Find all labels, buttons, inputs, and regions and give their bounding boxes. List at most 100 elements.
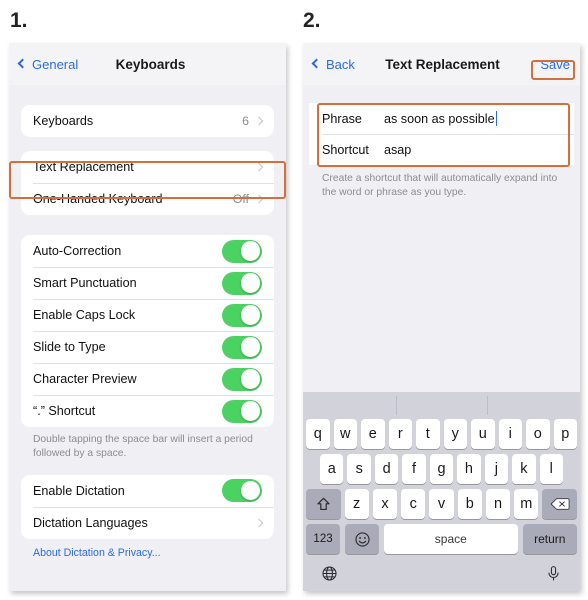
row-label: “.” Shortcut [33,404,96,418]
toggle-enable-dictation[interactable] [222,479,262,503]
key-k[interactable]: k [512,454,536,484]
row-dictation-languages[interactable]: Dictation Languages [21,506,274,539]
empty-content-area [303,200,580,382]
field-value-phrase-wrap[interactable]: as soon as possible [384,111,498,126]
key-x[interactable]: x [372,489,398,519]
suggestion-slot-3[interactable] [486,392,577,419]
settings-list: Keyboards 6 Text Replacement One-Handed … [9,85,286,559]
toggle-enable-caps-lock[interactable] [222,303,262,327]
chevron-right-icon [254,162,264,172]
toggle-character-preview[interactable] [222,367,262,391]
navbar-text-replacement: Back Text Replacement Save [303,43,580,85]
row-label: Text Replacement [33,160,134,174]
row-label: Auto-Correction [33,244,122,258]
key-n[interactable]: n [485,489,511,519]
key-i[interactable]: i [498,419,522,449]
globe-icon[interactable] [321,565,338,582]
toggle-period-shortcut[interactable] [222,399,262,423]
about-dictation-privacy-link[interactable]: About Dictation & Privacy... [21,539,274,559]
row-one-handed-keyboard[interactable]: One-Handed Keyboard Off [21,183,274,215]
back-button-general[interactable]: General [9,58,78,71]
row-character-preview[interactable]: Character Preview [21,363,274,395]
toggle-knob [240,401,261,421]
keyboard-row-2: a s d f g h j k l [306,454,577,484]
shift-key[interactable] [306,489,341,519]
row-value: 6 [242,114,249,128]
row-label: Enable Dictation [33,483,125,498]
card-text-replacement: Text Replacement One-Handed Keyboard Off [21,151,274,215]
key-v[interactable]: v [429,489,454,519]
toggle-auto-correction[interactable] [222,239,262,263]
row-keyboards[interactable]: Keyboards 6 [21,105,274,137]
return-key[interactable]: return [522,524,578,554]
row-enable-caps-lock[interactable]: Enable Caps Lock [21,299,274,331]
emoji-key[interactable] [345,524,380,554]
key-u[interactable]: u [471,419,495,449]
key-d[interactable]: d [374,454,399,484]
key-g[interactable]: g [429,454,454,484]
row-period-shortcut[interactable]: “.” Shortcut [21,395,274,427]
card-typing-options: Auto-Correction Smart Punctuation Enable… [21,235,274,427]
toggle-slide-to-type[interactable] [222,335,262,359]
key-e[interactable]: e [361,419,385,449]
card-dictation: Enable Dictation Dictation Languages [21,474,274,539]
key-w[interactable]: w [333,419,357,449]
key-h[interactable]: h [457,454,481,484]
key-l[interactable]: l [539,454,563,484]
screenshot-canvas: 1. 2. General Keyboards Keyboards 6 Text… [0,0,588,600]
phrase-input[interactable]: as soon as possible [384,112,495,126]
row-enable-dictation[interactable]: Enable Dictation [21,475,274,507]
key-t[interactable]: t [416,419,440,449]
key-s[interactable]: s [347,454,371,484]
numbers-key[interactable]: 123 [306,524,341,554]
key-a[interactable]: a [320,454,344,484]
back-button[interactable]: Back [303,58,355,71]
suggestion-slot-2[interactable] [396,392,486,419]
keyboard-row-3: z x c v b n m [306,489,577,519]
row-text-replacement[interactable]: Text Replacement [21,151,274,183]
keyboard-bottom-bar [306,558,577,588]
row-slide-to-type[interactable]: Slide to Type [21,331,274,363]
key-c[interactable]: c [401,489,426,519]
predictive-suggestion-bar [306,392,577,419]
key-q[interactable]: q [306,419,330,449]
back-button-label: Back [326,56,355,72]
backspace-key[interactable] [542,489,577,519]
chevron-left-icon [17,58,28,69]
key-j[interactable]: j [484,454,509,484]
phone-screen-text-replacement: Back Text Replacement Save Phrase as soo… [303,43,580,591]
chevron-right-icon [254,194,264,204]
toggle-smart-punctuation[interactable] [222,271,262,295]
save-button[interactable]: Save [540,57,570,72]
microphone-icon[interactable] [545,565,562,582]
space-key[interactable]: space [384,524,518,554]
backspace-icon [550,498,570,510]
toggle-knob [240,273,261,293]
suggestion-slot-1[interactable] [306,392,396,419]
key-p[interactable]: p [553,419,577,449]
field-label-shortcut: Shortcut [322,142,369,157]
field-row-shortcut[interactable]: Shortcut asap [309,134,574,165]
chevron-left-icon [311,58,322,69]
field-row-phrase[interactable]: Phrase as soon as possible [309,103,574,134]
field-label-phrase: Phrase [322,111,362,126]
shortcut-input[interactable]: asap [384,143,411,157]
row-auto-correction[interactable]: Auto-Correction [21,235,274,267]
key-o[interactable]: o [526,419,550,449]
key-z[interactable]: z [344,489,369,519]
chevron-right-icon [254,116,264,126]
text-replacement-fields: Phrase as soon as possible Shortcut asap [309,103,574,165]
key-r[interactable]: r [388,419,412,449]
onscreen-keyboard: q w e r t y u i o p a s d f g h j k l z … [303,392,580,591]
key-f[interactable]: f [402,454,426,484]
key-b[interactable]: b [457,489,482,519]
row-label: Slide to Type [33,340,106,354]
back-button-label: General [32,56,79,72]
row-smart-punctuation[interactable]: Smart Punctuation [21,267,274,299]
key-m[interactable]: m [514,489,539,519]
key-y[interactable]: y [443,419,467,449]
